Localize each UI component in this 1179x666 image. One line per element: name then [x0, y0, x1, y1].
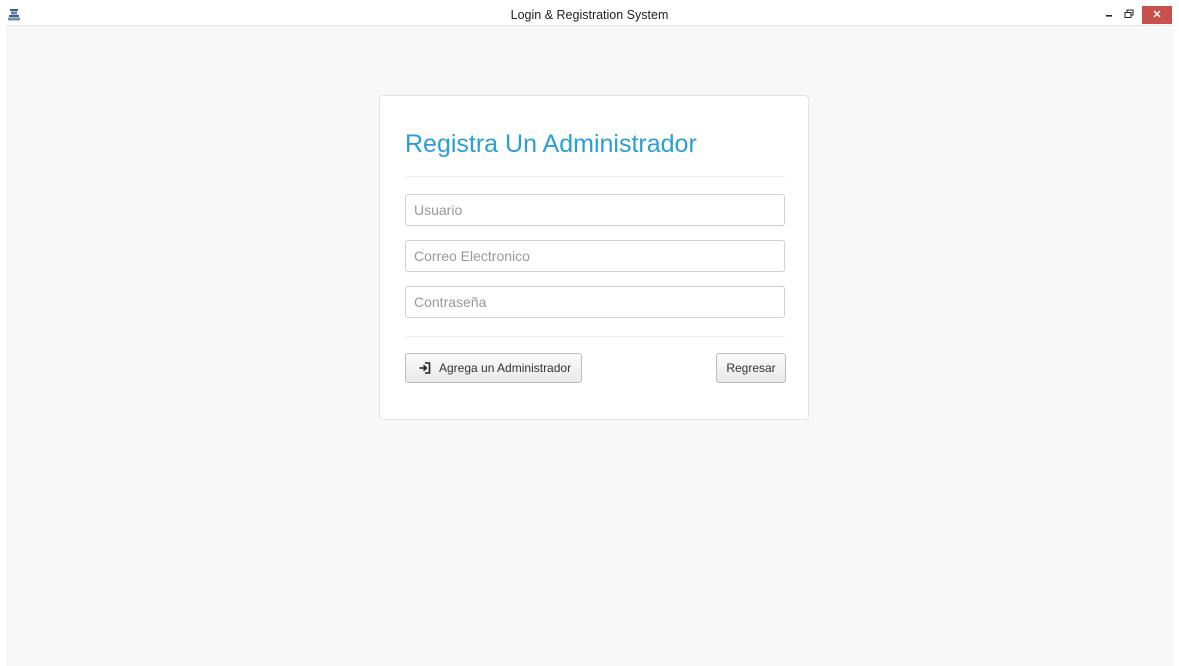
minimize-button[interactable] [1100, 6, 1118, 24]
fields-divider [405, 336, 785, 337]
app-window: Login & Registration System Registra Un [6, 6, 1173, 666]
email-input[interactable] [405, 240, 785, 272]
maximize-button[interactable] [1120, 6, 1138, 24]
title-bar: Login & Registration System [6, 6, 1173, 26]
back-label: Regresar [726, 361, 776, 375]
restore-icon [1124, 6, 1134, 24]
registration-card: Registra Un Administrador Agrega un Admi… [379, 95, 809, 420]
sign-in-icon [418, 361, 432, 375]
username-input[interactable] [405, 194, 785, 226]
add-admin-button[interactable]: Agrega un Administrador [405, 353, 582, 383]
close-icon [1152, 6, 1162, 24]
heading-divider [405, 176, 785, 177]
back-button[interactable]: Regresar [716, 353, 786, 383]
password-input[interactable] [405, 286, 785, 318]
add-admin-label: Agrega un Administrador [439, 361, 572, 375]
minimize-icon [1104, 6, 1114, 24]
close-button[interactable] [1142, 6, 1172, 24]
window-title: Login & Registration System [510, 8, 669, 22]
form-heading: Registra Un Administrador [405, 130, 697, 158]
